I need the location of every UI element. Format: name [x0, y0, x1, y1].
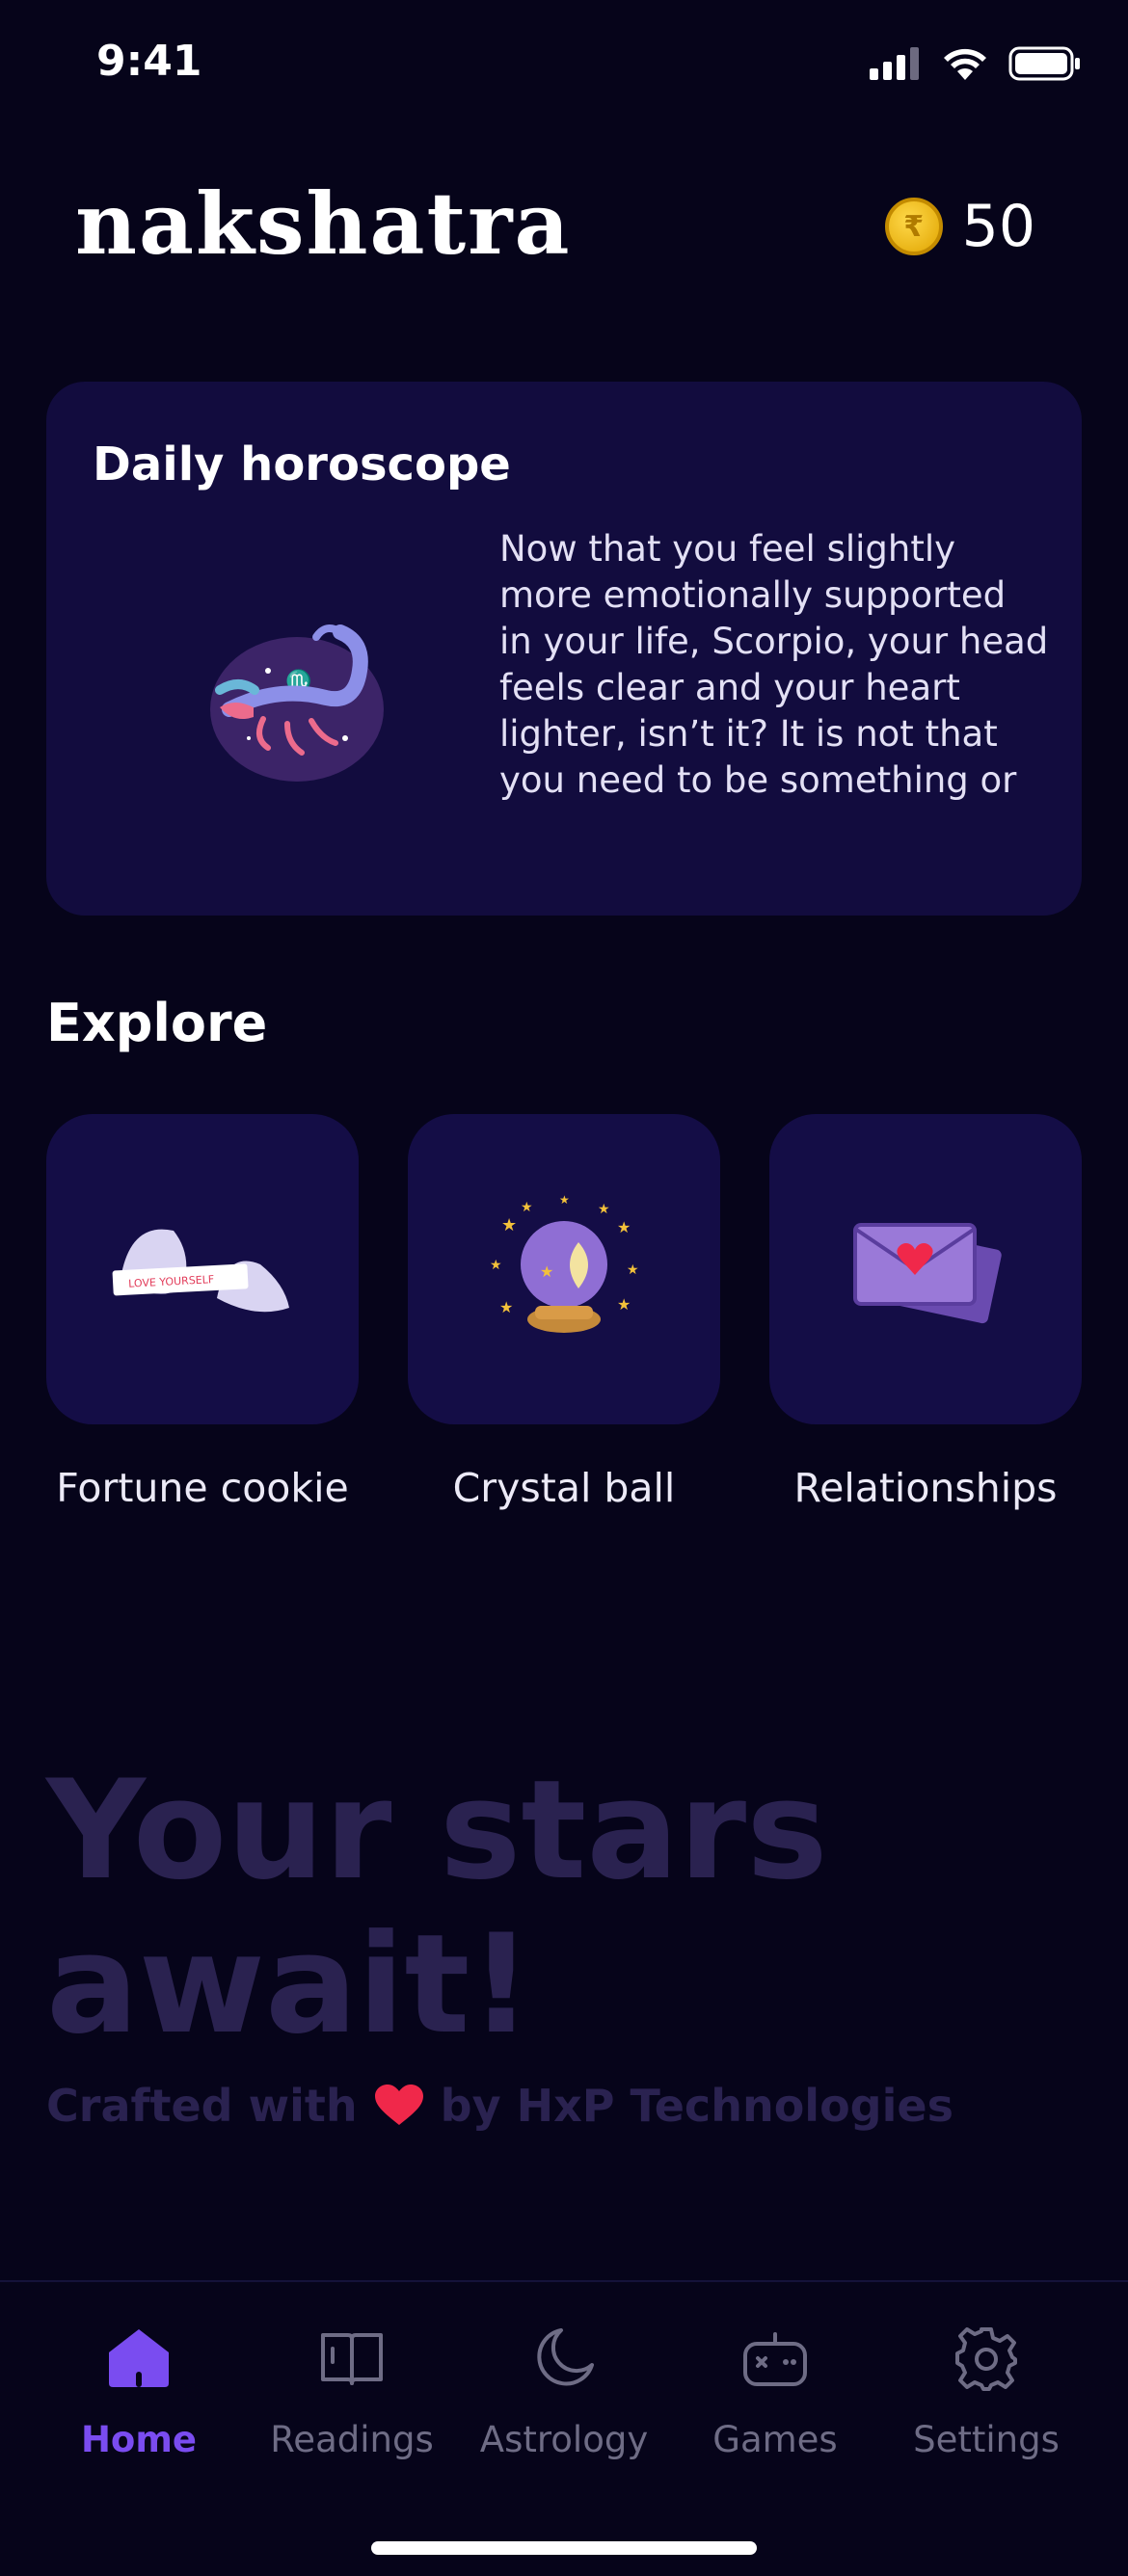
tagline: Your stars await!	[46, 1754, 1010, 2062]
svg-text:★: ★	[521, 1200, 533, 1215]
crafted-suffix: by HxP Technologies	[440, 2080, 953, 2132]
explore-label: Crystal ball	[452, 1465, 676, 1511]
svg-text:★: ★	[559, 1193, 570, 1207]
horoscope-text: Now that you feel slightly more emotiona…	[499, 528, 1049, 801]
status-bar: 9:41	[0, 0, 1128, 135]
status-time: 9:41	[96, 37, 202, 86]
status-icons	[870, 46, 1082, 81]
horoscope-title: Daily horoscope	[93, 438, 511, 491]
fortune-cookie-icon: LOVE YOURSELF	[112, 1229, 289, 1313]
explore-label: Relationships	[793, 1465, 1058, 1511]
tagline-line-2: await!	[46, 1905, 533, 2064]
crystal-ball-icon: ★ ★ ★ ★ ★ ★ ★ ★ ★ ★	[490, 1193, 639, 1333]
fortune-cookie-tile[interactable]: LOVE YOURSELF	[46, 1114, 359, 1424]
svg-text:★: ★	[490, 1258, 502, 1273]
coin-balance[interactable]: ₹ 50	[884, 193, 1035, 260]
tagline-line-1: Your stars	[46, 1751, 828, 1910]
tab-readings[interactable]: Readings	[251, 2321, 453, 2460]
svg-text:★: ★	[499, 1298, 513, 1316]
relationships-tile[interactable]	[769, 1114, 1082, 1424]
svg-text:★: ★	[617, 1218, 631, 1236]
tab-label: Settings	[913, 2419, 1060, 2460]
daily-horoscope-card[interactable]: Daily horoscope ♏ Now that you feel slig…	[46, 382, 1082, 916]
crystal-ball-tile[interactable]: ★ ★ ★ ★ ★ ★ ★ ★ ★ ★	[408, 1114, 720, 1424]
svg-text:★: ★	[501, 1215, 517, 1235]
tab-label: Astrology	[479, 2419, 649, 2460]
tab-bar: Home Readings Astrology Games Settings	[0, 2280, 1128, 2576]
app-logo: nakshatra	[75, 173, 572, 274]
tab-label: Readings	[270, 2419, 434, 2460]
battery-icon	[1008, 46, 1080, 81]
explore-list: LOVE YOURSELF Fortune cookie ★ ★ ★ ★ ★ ★…	[46, 1114, 1082, 1538]
crafted-prefix: Crafted with	[46, 2080, 358, 2132]
heart-icon	[374, 2085, 423, 2125]
svg-text:★: ★	[617, 1295, 631, 1314]
gamepad-icon	[738, 2321, 813, 2396]
love-letter-icon	[853, 1223, 1002, 1324]
book-icon	[314, 2321, 389, 2396]
svg-text:★: ★	[540, 1262, 553, 1281]
explore-label: Fortune cookie	[56, 1465, 349, 1511]
coin-count: 50	[961, 193, 1035, 260]
explore-fortune-cookie[interactable]: LOVE YOURSELF Fortune cookie	[46, 1114, 359, 1511]
explore-relationships[interactable]: Relationships	[769, 1114, 1082, 1511]
coin-icon: ₹	[884, 198, 943, 255]
tab-label: Home	[80, 2419, 198, 2460]
tab-settings[interactable]: Settings	[885, 2321, 1088, 2460]
svg-text:★: ★	[627, 1262, 639, 1278]
svg-text:★: ★	[598, 1202, 610, 1217]
tab-label: Games	[712, 2419, 838, 2460]
app-header: nakshatra ₹ 50	[0, 154, 1128, 299]
wifi-icon	[944, 48, 986, 80]
cellular-signal-icon	[870, 47, 919, 80]
tab-astrology[interactable]: Astrology	[463, 2321, 665, 2460]
gear-icon	[949, 2321, 1024, 2396]
tab-games[interactable]: Games	[674, 2321, 876, 2460]
explore-crystal-ball[interactable]: ★ ★ ★ ★ ★ ★ ★ ★ ★ ★ Crystal ball	[408, 1114, 720, 1511]
crafted-by: Crafted with by HxP Technologies	[46, 2080, 953, 2132]
explore-title: Explore	[46, 993, 268, 1053]
tab-home[interactable]: Home	[38, 2321, 240, 2460]
moon-icon	[526, 2321, 602, 2396]
scorpio-icon: ♏	[210, 624, 384, 782]
home-indicator[interactable]	[371, 2541, 757, 2555]
home-icon	[101, 2321, 176, 2396]
